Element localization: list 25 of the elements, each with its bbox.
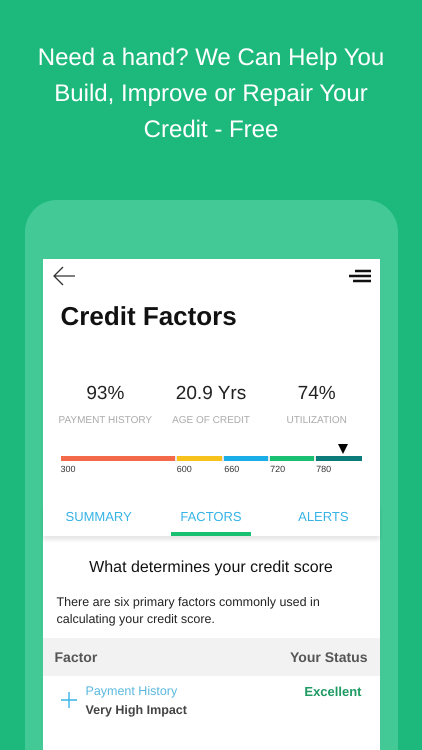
column-header: Factor <box>54 648 98 666</box>
page-title: Credit Factors <box>60 300 238 333</box>
tab[interactable]: FACTORS <box>170 502 252 536</box>
back-button[interactable] <box>52 266 76 286</box>
section-heading: What determines your credit score <box>88 558 334 578</box>
score-tick-label: 300 <box>60 462 77 476</box>
stat-value: 74% <box>298 382 336 406</box>
factor-name[interactable]: Payment History <box>86 682 304 701</box>
headline: Need a hand? We Can Help You Build, Improve or Repair Your Credit - Free <box>36 43 386 145</box>
stat-value: 20.9 Yrs <box>176 382 246 406</box>
stat-label: UTILIZATION <box>286 414 347 428</box>
intro-text: There are six primary factors commonly used in calculating your credit score. <box>56 594 321 628</box>
stat-value: 93% <box>86 382 124 406</box>
factor-impact: Very High Impact <box>86 702 188 719</box>
tab[interactable]: ALERTS <box>267 502 380 536</box>
menu-button[interactable] <box>348 268 370 284</box>
stat-label: PAYMENT HISTORY <box>58 414 152 428</box>
score-tick-label: 660 <box>224 462 240 476</box>
factor-status: Excellent <box>304 683 362 701</box>
score-tick-label: 720 <box>270 462 286 476</box>
score-tick-label: 600 <box>176 462 193 476</box>
tab[interactable]: SUMMARY <box>42 502 155 536</box>
score-tick-label: 780 <box>316 462 332 476</box>
stat-label: AGE OF CREDIT <box>172 414 250 428</box>
column-header: Your Status <box>290 648 368 666</box>
